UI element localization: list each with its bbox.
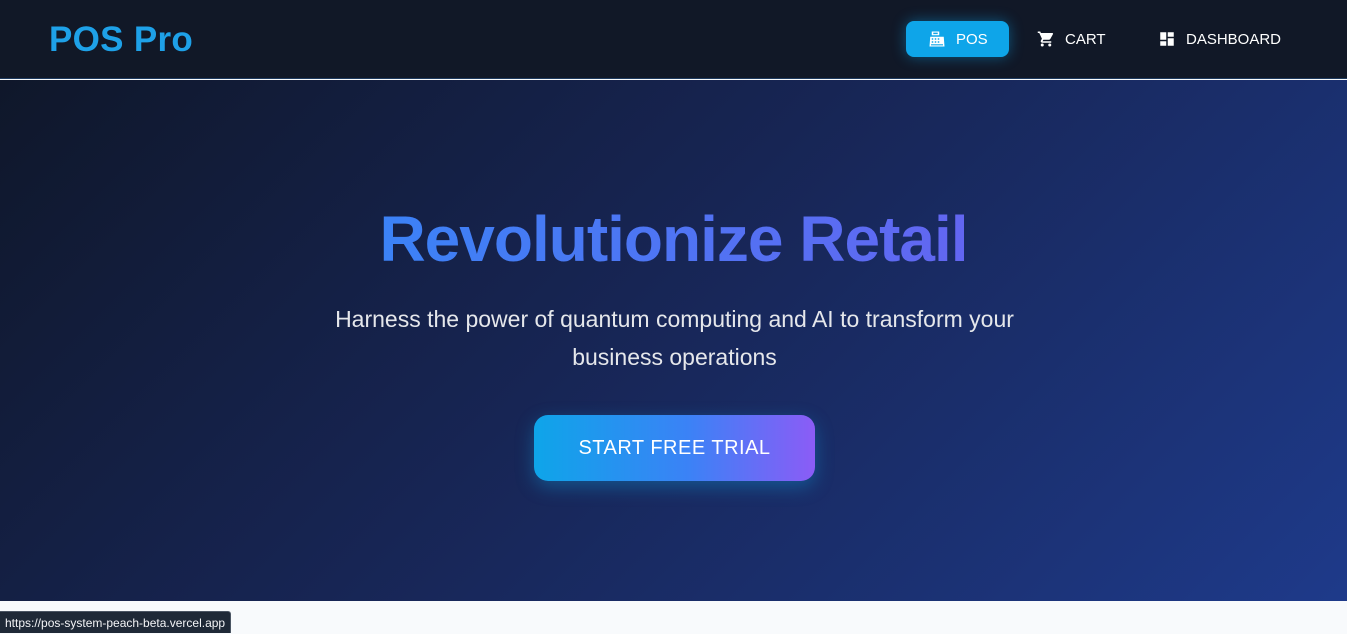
nav-item-label: DASHBOARD (1186, 30, 1282, 48)
nav-item-cart[interactable]: CART (1015, 21, 1125, 57)
hero-section: Revolutionize Retail Harness the power o… (0, 80, 1347, 601)
nav-item-label: POS (956, 30, 988, 48)
top-navbar: POS Pro POS CART DASHBOARD (0, 0, 1347, 79)
link-status-url: https://pos-system-peach-beta.vercel.app (0, 611, 232, 633)
nav-item-label: CART (1065, 30, 1106, 48)
nav-item-pos[interactable]: POS (906, 21, 1009, 57)
nav-item-dashboard[interactable]: DASHBOARD (1136, 21, 1296, 57)
hero-subtitle: Harness the power of quantum computing a… (335, 306, 1014, 370)
hero-title: Revolutionize Retail (379, 203, 968, 275)
cart-icon (1037, 30, 1055, 48)
start-free-trial-button[interactable]: START FREE TRIAL (534, 415, 815, 481)
brand-logo[interactable]: POS Pro (49, 20, 193, 60)
dashboard-icon (1158, 30, 1176, 48)
cash-register-icon (928, 30, 946, 48)
